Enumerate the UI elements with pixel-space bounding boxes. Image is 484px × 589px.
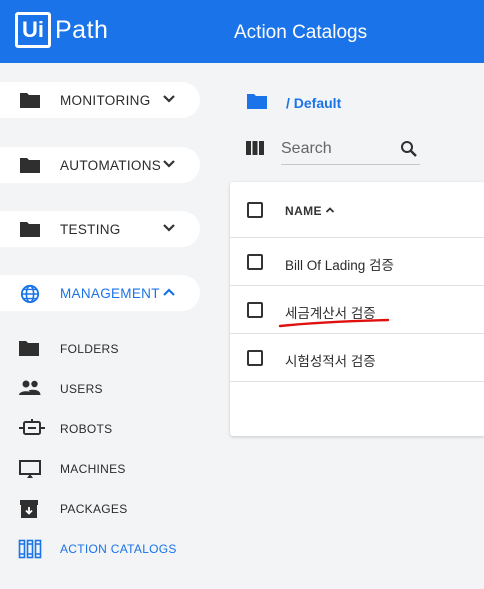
row-checkbox[interactable] xyxy=(247,302,263,318)
row-name[interactable]: 시험성적서 검증 xyxy=(285,350,376,370)
row-checkbox[interactable] xyxy=(247,254,263,270)
logo-box: Ui xyxy=(15,12,51,48)
top-header: Ui Path Action Catalogs xyxy=(0,0,484,63)
sidebar-item-machines[interactable]: MACHINES xyxy=(0,454,200,482)
uipath-logo[interactable]: Ui Path xyxy=(15,12,108,48)
columns-icon[interactable] xyxy=(246,141,264,155)
people-icon xyxy=(19,380,41,395)
nav-group-testing[interactable]: TESTING xyxy=(0,211,200,247)
catalog-icon xyxy=(18,539,42,559)
nav-group-label: MONITORING xyxy=(60,93,151,108)
search-icon[interactable] xyxy=(400,140,418,158)
select-all-checkbox[interactable] xyxy=(247,202,263,218)
sidebar-item-label: USERS xyxy=(60,382,103,396)
sidebar-item-action-catalogs[interactable]: ACTION CATALOGS xyxy=(0,534,200,562)
sidebar-item-users[interactable]: USERS xyxy=(0,374,200,402)
package-icon xyxy=(20,500,38,518)
sidebar-item-label: MACHINES xyxy=(60,462,126,476)
table-header-row: NAME xyxy=(230,182,484,238)
breadcrumb[interactable]: / Default xyxy=(286,95,341,111)
sidebar-item-label: PACKAGES xyxy=(60,502,128,516)
monitor-icon xyxy=(19,460,41,478)
folder-icon xyxy=(20,158,40,173)
nav-group-monitoring[interactable]: MONITORING xyxy=(0,82,200,118)
nav-group-automations[interactable]: AUTOMATIONS xyxy=(0,147,200,183)
sidebar-item-label: FOLDERS xyxy=(60,342,119,356)
folder-icon xyxy=(19,341,39,356)
nav-group-label: AUTOMATIONS xyxy=(60,158,162,173)
table-row[interactable]: 시험성적서 검증 xyxy=(230,334,484,382)
column-header-name[interactable]: NAME xyxy=(285,204,322,218)
chevron-down-icon xyxy=(163,160,175,168)
folder-icon xyxy=(20,93,40,108)
page-title: Action Catalogs xyxy=(234,22,368,43)
nav-group-management[interactable]: MANAGEMENT xyxy=(0,275,200,311)
row-checkbox[interactable] xyxy=(247,350,263,366)
catalog-table: NAME Bill Of Lading 검증 세금계산서 검증 시험성적서 검증 xyxy=(230,182,484,436)
sidebar-item-folders[interactable]: FOLDERS xyxy=(0,334,200,362)
folder-icon xyxy=(20,222,40,237)
nav-group-label: TESTING xyxy=(60,222,121,237)
chevron-down-icon xyxy=(163,224,175,232)
search-box xyxy=(281,135,420,165)
chevron-down-icon xyxy=(163,95,175,103)
row-name[interactable]: Bill Of Lading 검증 xyxy=(285,254,394,274)
sidebar-item-label: ACTION CATALOGS xyxy=(60,542,177,556)
sidebar-item-robots[interactable]: ROBOTS xyxy=(0,414,200,442)
sort-ascending-icon[interactable] xyxy=(325,206,335,214)
search-input[interactable] xyxy=(281,137,391,161)
folder-icon xyxy=(247,94,267,109)
nav-group-label: MANAGEMENT xyxy=(60,286,160,301)
robot-icon xyxy=(19,419,45,435)
globe-icon xyxy=(20,284,40,304)
chevron-up-icon xyxy=(163,288,175,296)
table-row[interactable]: Bill Of Lading 검증 xyxy=(230,238,484,286)
sidebar-item-packages[interactable]: PACKAGES xyxy=(0,494,200,522)
sidebar-item-label: ROBOTS xyxy=(60,422,113,436)
red-underline-annotation xyxy=(278,318,390,328)
logo-text: Path xyxy=(55,15,109,44)
